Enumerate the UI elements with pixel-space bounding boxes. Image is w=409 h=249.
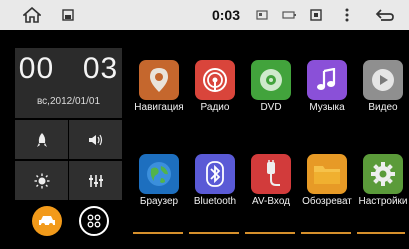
app-browser[interactable]: Браузер: [131, 146, 187, 226]
back-icon[interactable]: [372, 0, 398, 30]
settings-icon: [363, 154, 403, 194]
car-mode-button[interactable]: [32, 206, 62, 236]
app-video[interactable]: Видео: [355, 52, 409, 132]
apps-grid-icon: [87, 214, 101, 228]
clock-time: 00 03: [15, 52, 122, 86]
home-icon[interactable]: [20, 0, 44, 30]
android-car-launcher: 0:03 00 03 вс,2012/01/01 Навигация Радио…: [0, 0, 409, 249]
status-bar: 0:03: [0, 0, 409, 30]
screen-icon: [60, 0, 76, 30]
brightness-quick-button[interactable]: [15, 161, 68, 200]
app-label: DVD: [260, 102, 282, 113]
app-label: Видео: [368, 102, 398, 113]
app-label: AV-Вход: [252, 196, 290, 207]
play-icon: [363, 60, 403, 100]
page-indicator: [357, 232, 405, 234]
app-av-in[interactable]: AV-Вход: [243, 146, 299, 226]
volume-quick-button[interactable]: [69, 120, 122, 159]
music-note-icon: [307, 60, 347, 100]
disc-icon: [251, 60, 291, 100]
clock-minutes: 03: [82, 52, 119, 85]
av-plug-icon: [251, 154, 291, 194]
app-label: Bluetooth: [193, 196, 237, 207]
all-apps-button[interactable]: [79, 206, 109, 236]
sd-card-icon: [254, 0, 270, 30]
clock-date: вс,2012/01/01: [36, 96, 101, 107]
status-time: 0:03: [211, 7, 241, 23]
app-label: Браузер: [139, 196, 179, 207]
app-file-browser[interactable]: Обозреват: [299, 146, 355, 226]
media-icon: [308, 0, 324, 30]
battery-icon: [281, 0, 297, 30]
folder-icon: [307, 154, 347, 194]
equalizer-icon: [88, 174, 103, 187]
rocket-icon: [36, 132, 47, 147]
page-indicator: [245, 232, 295, 234]
app-label: Музыка: [309, 102, 345, 113]
app-music[interactable]: Музыка: [299, 52, 355, 132]
app-label: Навигация: [134, 102, 184, 113]
brightness-icon: [34, 173, 49, 188]
page-indicator: [301, 232, 351, 234]
globe-icon: [139, 154, 179, 194]
app-label: Настройки: [358, 196, 408, 207]
app-navigation[interactable]: Навигация: [131, 52, 187, 132]
bluetooth-icon: [195, 154, 235, 194]
navigation-pin-icon: [139, 60, 179, 100]
more-vert-icon[interactable]: [340, 0, 354, 30]
app-radio[interactable]: Радио: [187, 52, 243, 132]
app-bluetooth[interactable]: Bluetooth: [187, 146, 243, 226]
page-indicator: [189, 232, 239, 234]
clock-widget[interactable]: 00 03 вс,2012/01/01: [15, 48, 122, 118]
app-label: Обозреват: [302, 196, 352, 207]
app-settings[interactable]: Настройки: [355, 146, 409, 226]
app-label: Радио: [200, 102, 230, 113]
navigation-quick-button[interactable]: [15, 120, 68, 159]
car-icon: [39, 216, 55, 227]
equalizer-quick-button[interactable]: [69, 161, 122, 200]
radio-icon: [195, 60, 235, 100]
app-dvd[interactable]: DVD: [243, 52, 299, 132]
volume-icon: [88, 134, 102, 145]
clock-hours: 00: [18, 52, 55, 85]
page-indicator: [133, 232, 183, 234]
